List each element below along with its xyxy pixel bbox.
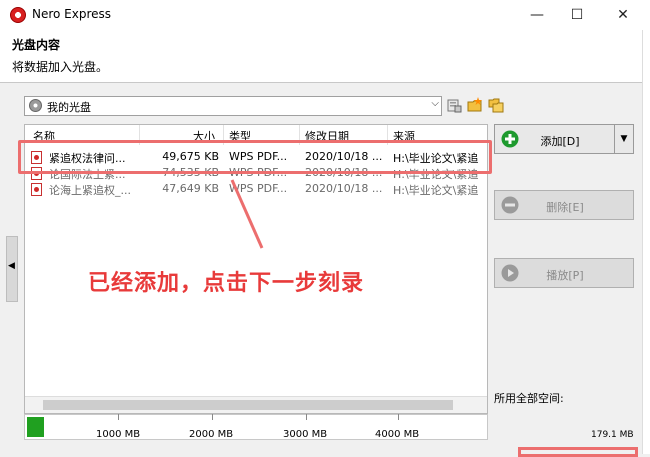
delete-button[interactable]: 删除[E] bbox=[494, 190, 634, 220]
file-row[interactable]: 论海上紧追权_... 47,649 KB WPS PDF... 2020/10/… bbox=[25, 182, 487, 198]
play-button-label: 播放[P] bbox=[546, 269, 584, 282]
wizard-header: 光盘内容 将数据加入光盘。 bbox=[0, 30, 650, 83]
capacity-tick-label: 1000 MB bbox=[96, 429, 141, 440]
file-date: 2020/10/18 ... bbox=[305, 182, 383, 195]
capacity-tick-label: 3000 MB bbox=[283, 429, 328, 440]
chevron-left-icon: ◀ bbox=[8, 261, 15, 271]
window-edge bbox=[642, 30, 650, 454]
capacity-tick-label: 4000 MB bbox=[375, 429, 420, 440]
horizontal-scrollbar[interactable] bbox=[25, 396, 487, 413]
chevron-down-icon[interactable]: ⌵ bbox=[431, 98, 439, 109]
nero-app-icon bbox=[10, 7, 26, 23]
play-button[interactable]: 播放[P] bbox=[494, 258, 634, 288]
capacity-tick-label: 2000 MB bbox=[189, 429, 234, 440]
page-title: 光盘内容 bbox=[12, 38, 61, 52]
file-source: H:\毕业论文\紧追 bbox=[393, 184, 479, 197]
highlight-box bbox=[18, 140, 492, 174]
disc-selector-value: 我的光盘 bbox=[47, 101, 91, 114]
maximize-button[interactable]: ☐ bbox=[554, 0, 600, 30]
highlight-box-next bbox=[518, 447, 638, 457]
add-dropdown-arrow[interactable]: ▼ bbox=[614, 125, 633, 153]
delete-button-label: 删除[E] bbox=[546, 201, 584, 214]
capacity-tick bbox=[118, 414, 119, 420]
side-panel-toggle[interactable]: ◀ bbox=[6, 236, 18, 302]
disc-selector[interactable]: 我的光盘 ⌵ bbox=[24, 96, 442, 116]
annotation-text: 已经添加，点击下一步刻录 bbox=[88, 271, 365, 296]
window-title: Nero Express bbox=[32, 7, 112, 21]
disc-icon bbox=[29, 99, 42, 112]
add-button[interactable]: 添加[D] ▼ bbox=[494, 124, 634, 154]
new-folder-icon[interactable] bbox=[467, 97, 483, 113]
sort-ascending-icon: ^ bbox=[79, 124, 87, 132]
space-used-value: 179.1 MB bbox=[591, 430, 634, 440]
space-used-label: 所用全部空间: bbox=[494, 392, 564, 405]
pdf-file-icon bbox=[31, 183, 42, 196]
properties-icon[interactable] bbox=[446, 97, 462, 113]
add-button-label: 添加[D] bbox=[540, 135, 580, 148]
file-name: 论海上紧追权_... bbox=[49, 184, 131, 197]
capacity-tick bbox=[306, 414, 307, 420]
close-button[interactable]: ✕ bbox=[600, 0, 646, 30]
scrollbar-thumb[interactable] bbox=[43, 400, 453, 410]
capacity-tick bbox=[398, 414, 399, 420]
file-size: 47,649 KB bbox=[162, 182, 219, 195]
page-subtitle: 将数据加入光盘。 bbox=[12, 60, 109, 74]
file-type: WPS PDF... bbox=[229, 182, 288, 195]
copy-folder-icon[interactable] bbox=[488, 97, 504, 113]
capacity-used-fill bbox=[27, 417, 44, 437]
title-bar: Nero Express — ☐ ✕ bbox=[0, 0, 650, 30]
capacity-tick bbox=[212, 414, 213, 420]
